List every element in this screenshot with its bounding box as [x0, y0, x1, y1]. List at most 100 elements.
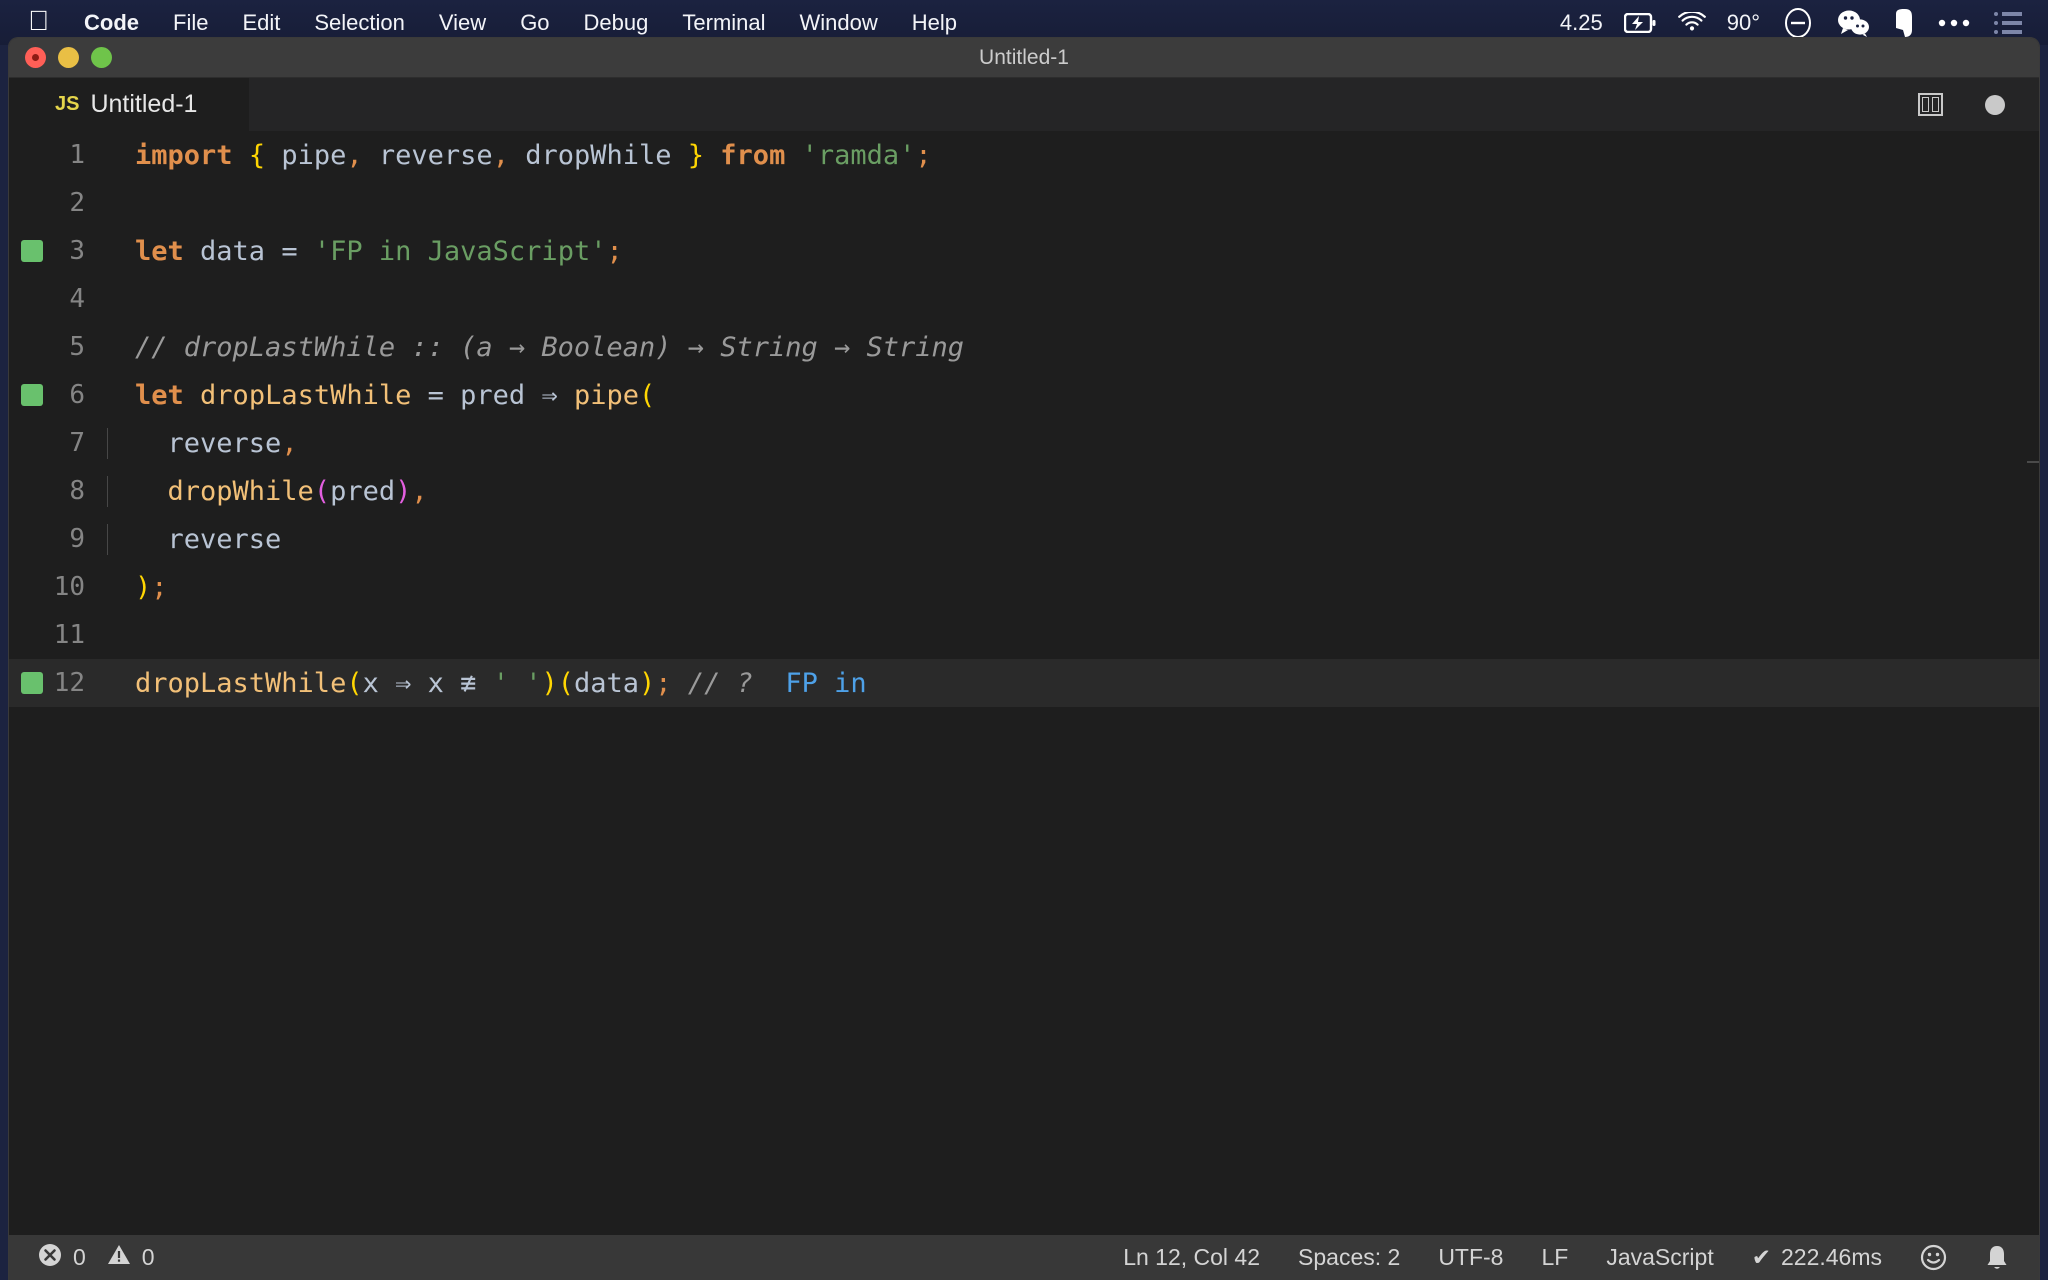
vscode-window: Untitled-1 JS Untitled-1 1 import { pipe,… — [8, 37, 2040, 1280]
statusbar-left: 0 0 — [9, 1242, 155, 1274]
code-token: ( — [639, 379, 656, 411]
indent-guide — [107, 427, 108, 459]
code-token: let — [135, 235, 184, 267]
cursor-position[interactable]: Ln 12, Col 42 — [1123, 1244, 1260, 1271]
code-line-text: dropLastWhile(x ⇒ x ≢ ' ')(data); // ? F… — [107, 668, 867, 699]
temperature-display[interactable]: 90° — [1717, 10, 1770, 36]
code-token: dropWhile — [508, 139, 688, 171]
code-token: ≢ — [460, 667, 477, 699]
line-number: 2 — [69, 188, 85, 218]
maximize-button[interactable] — [91, 47, 112, 68]
error-count: 0 — [73, 1244, 86, 1270]
code-line-text: let data = 'FP in JavaScript'; — [107, 236, 623, 267]
editor-tabbar: JS Untitled-1 — [9, 78, 2039, 131]
code-token: x — [411, 667, 461, 699]
code-token: ( — [346, 667, 363, 699]
wechat-icon[interactable] — [1826, 9, 1882, 37]
code-token: pred — [330, 475, 396, 507]
code-token: ' ' — [492, 667, 542, 699]
code-token: } — [687, 139, 705, 171]
code-line-11[interactable]: 11 — [9, 611, 2039, 659]
quokka-runtime[interactable]: ✔ 222.46ms — [1752, 1244, 1882, 1271]
code-line-3[interactable]: 3 let data = 'FP in JavaScript'; — [9, 227, 2039, 275]
tabbar-actions — [1918, 78, 2039, 131]
close-button[interactable] — [25, 47, 46, 68]
bell-icon[interactable] — [1985, 1244, 2009, 1272]
code-line-text: reverse — [107, 523, 282, 555]
line-number: 7 — [69, 428, 85, 458]
encoding-setting[interactable]: UTF-8 — [1438, 1244, 1503, 1271]
code-line-text: import { pipe, reverse, dropWhile } from… — [107, 140, 932, 171]
list-menu-icon[interactable] — [1982, 10, 2034, 36]
code-token: ; — [655, 667, 672, 699]
smiley-icon[interactable] — [1920, 1244, 1947, 1271]
language-mode[interactable]: JavaScript — [1606, 1244, 1713, 1271]
code-line-text: reverse, — [107, 427, 298, 459]
indentation-setting[interactable]: Spaces: 2 — [1298, 1244, 1400, 1271]
code-token: = — [427, 379, 444, 411]
code-token: dropWhile — [167, 475, 314, 507]
editor-scrollbar-thumb[interactable] — [2027, 461, 2039, 463]
code-token: dropLastWhile — [200, 379, 412, 411]
code-token: ) — [639, 667, 656, 699]
code-token: ) — [135, 571, 152, 603]
code-token: , — [346, 139, 363, 171]
code-line-1[interactable]: 1 import { pipe, reverse, dropWhile } fro… — [9, 131, 2039, 179]
split-editor-icon[interactable] — [1918, 93, 1943, 116]
code-line-text: // dropLastWhile :: (a → Boolean) → Stri… — [107, 332, 964, 363]
problems-indicator[interactable]: 0 0 — [37, 1242, 155, 1274]
line-number: 8 — [69, 476, 85, 506]
code-token: ; — [606, 235, 623, 267]
window-title: Untitled-1 — [979, 45, 1069, 69]
code-line-7[interactable]: 7 reverse, — [9, 419, 2039, 467]
code-line-8[interactable]: 8 dropWhile(pred), — [9, 467, 2039, 515]
tab-untitled-1[interactable]: JS Untitled-1 — [9, 78, 249, 131]
line-number: 5 — [69, 332, 85, 362]
code-token: from — [720, 139, 786, 171]
unsaved-dot-icon[interactable] — [1985, 94, 2005, 115]
code-token: ) — [541, 667, 558, 699]
code-editor[interactable]: 1 import { pipe, reverse, dropWhile } fro… — [9, 131, 2039, 1236]
code-token: ⇒ — [395, 667, 412, 699]
ellipsis-icon[interactable] — [1926, 18, 1982, 28]
code-line-10[interactable]: 10); — [9, 563, 2039, 611]
statusbar-right: Ln 12, Col 42 Spaces: 2 UTF-8 LF JavaScr… — [1123, 1244, 2039, 1272]
js-file-icon: JS — [55, 93, 80, 115]
tab-label: Untitled-1 — [90, 90, 198, 118]
code-token: x — [362, 667, 396, 699]
clock-display[interactable]: 4.25 — [1550, 10, 1613, 36]
code-line-text: dropWhile(pred), — [107, 475, 428, 507]
check-icon: ✔ — [1751, 1244, 1771, 1270]
code-line-9[interactable]: 9 reverse — [9, 515, 2039, 563]
apple-logo-icon[interactable]:  — [0, 6, 67, 39]
wifi-icon[interactable] — [1667, 12, 1717, 33]
code-line-2[interactable]: 2 — [9, 179, 2039, 227]
code-token: // ? — [687, 667, 753, 699]
line-number: 1 — [69, 140, 85, 170]
minimize-button[interactable] — [58, 47, 79, 68]
code-token: ( — [313, 475, 331, 507]
code-token: reverse — [135, 523, 282, 555]
code-line-12[interactable]: 12 dropLastWhile(x ⇒ x ≢ ' ')(data); // ?… — [9, 659, 2039, 707]
code-token: let — [135, 379, 184, 411]
code-token: data — [574, 667, 640, 699]
do-not-disturb-icon[interactable] — [1770, 6, 1826, 40]
code-token: 'ramda' — [801, 139, 916, 171]
code-line-text: let dropLastWhile = pred ⇒ pipe( — [107, 380, 655, 411]
evernote-icon[interactable] — [1882, 8, 1926, 38]
eol-setting[interactable]: LF — [1541, 1244, 1568, 1271]
code-line-6[interactable]: 6 let dropLastWhile = pred ⇒ pipe( — [9, 371, 2039, 419]
code-token: = — [281, 235, 298, 267]
battery-charging-icon[interactable] — [1613, 12, 1667, 33]
code-line-5[interactable]: 5 // dropLastWhile :: (a → Boolean) → Str… — [9, 323, 2039, 371]
code-token: data — [183, 235, 282, 267]
error-icon — [37, 1242, 63, 1274]
code-line-4[interactable]: 4 — [9, 275, 2039, 323]
